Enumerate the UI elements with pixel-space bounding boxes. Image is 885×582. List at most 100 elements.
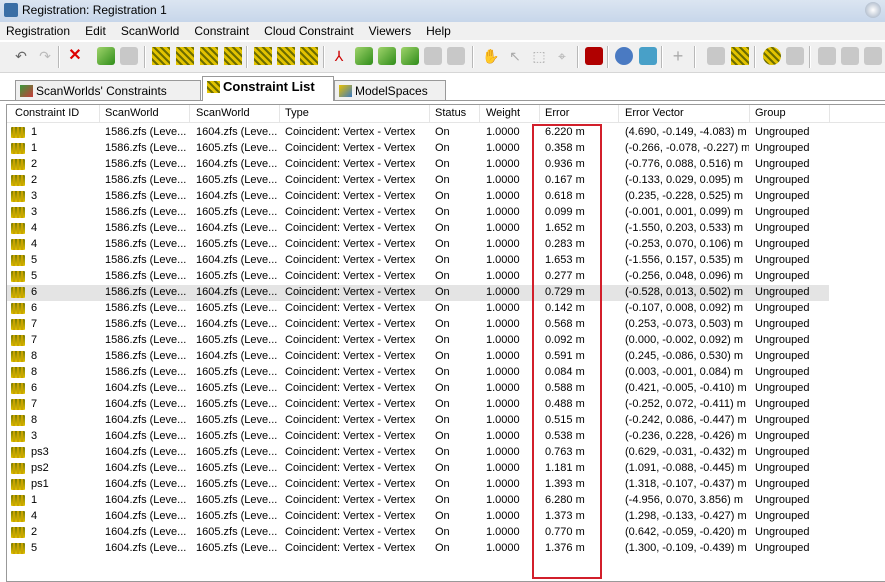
system-orb-icon[interactable] — [865, 2, 881, 18]
hand-icon[interactable]: ✋ — [482, 47, 500, 65]
header-scanworld-2[interactable]: ScanWorld — [196, 107, 250, 119]
table-row[interactable]: 6 1586.zfs (Leve... 1604.zfs (Leve... Coinc… — [7, 285, 829, 301]
cloud-icon[interactable] — [639, 47, 657, 65]
tab-scanworlds-constraints[interactable]: ScanWorlds' Constraints — [15, 80, 201, 100]
header-error-vector[interactable]: Error Vector — [625, 107, 684, 119]
table-row[interactable]: 4 1604.zfs (Leve... 1605.zfs (Leve... Coinc… — [7, 509, 829, 525]
globe-icon[interactable] — [615, 47, 633, 65]
node-icon[interactable] — [763, 47, 781, 65]
constraint-auto-icon[interactable] — [152, 47, 170, 65]
cell-scanworld-1: 1586.zfs (Leve... — [105, 174, 187, 186]
table-row[interactable]: 1 1586.zfs (Leve... 1605.zfs (Leve... Coinc… — [7, 141, 829, 157]
menu-viewers[interactable]: Viewers — [363, 22, 417, 38]
tree3-icon[interactable] — [864, 47, 882, 65]
constraint-delete-icon[interactable] — [224, 47, 242, 65]
table-row[interactable]: 2 1604.zfs (Leve... 1605.zfs (Leve... Coinc… — [7, 525, 829, 541]
table-row[interactable]: 8 1586.zfs (Leve... 1605.zfs (Leve... Coinc… — [7, 365, 829, 381]
check2-icon[interactable] — [401, 47, 419, 65]
header-error[interactable]: Error — [545, 107, 569, 119]
cell-scanworld-1: 1604.zfs (Leve... — [105, 494, 187, 506]
menu-registration[interactable]: Registration — [0, 22, 76, 38]
cell-constraint-id: 3 — [31, 190, 38, 202]
menu-cloud-constraint[interactable]: Cloud Constraint — [258, 22, 359, 38]
table-row[interactable]: 1 1604.zfs (Leve... 1605.zfs (Leve... Coinc… — [7, 493, 829, 509]
table-row[interactable]: 1 1586.zfs (Leve... 1604.zfs (Leve... Coinc… — [7, 125, 829, 141]
menu-edit[interactable]: Edit — [79, 22, 112, 38]
cell-type: Coincident: Vertex - Vertex — [285, 206, 416, 218]
table-row[interactable]: 3 1586.zfs (Leve... 1605.zfs (Leve... Coinc… — [7, 205, 829, 221]
table-row[interactable]: 2 1586.zfs (Leve... 1605.zfs (Leve... Coinc… — [7, 173, 829, 189]
constraint-list[interactable]: Constraint ID ScanWorld ScanWorld Type S… — [6, 104, 885, 582]
cell-group: Ungrouped — [755, 494, 810, 506]
pointer-icon[interactable]: ↖ — [506, 47, 524, 65]
menu-constraint[interactable]: Constraint — [188, 22, 255, 38]
menu-help[interactable]: Help — [420, 22, 457, 38]
node2-icon[interactable] — [786, 47, 804, 65]
cell-error: 1.373 m — [545, 510, 585, 522]
table-row[interactable]: 4 1586.zfs (Leve... 1604.zfs (Leve... Coinc… — [7, 221, 829, 237]
constraint-icon — [11, 367, 25, 378]
constraint-edit-icon[interactable] — [200, 47, 218, 65]
branch2-icon[interactable] — [731, 47, 749, 65]
table-row[interactable]: 8 1604.zfs (Leve... 1605.zfs (Leve... Coinc… — [7, 413, 829, 429]
undo-icon[interactable]: ↶ — [12, 47, 30, 65]
check-icon[interactable] — [378, 47, 396, 65]
table-row[interactable]: 7 1586.zfs (Leve... 1604.zfs (Leve... Coinc… — [7, 317, 829, 333]
cell-error: 0.084 m — [545, 366, 585, 378]
link-icon[interactable] — [254, 47, 272, 65]
disabled-check-icon[interactable] — [424, 47, 442, 65]
tab-modelspaces[interactable]: ModelSpaces — [334, 80, 446, 100]
header-group[interactable]: Group — [755, 107, 786, 119]
delete-icon[interactable]: ✕ — [66, 47, 84, 65]
cell-type: Coincident: Vertex - Vertex — [285, 270, 416, 282]
table-row[interactable]: 7 1604.zfs (Leve... 1605.zfs (Leve... Coinc… — [7, 397, 829, 413]
table-row[interactable]: 8 1586.zfs (Leve... 1604.zfs (Leve... Coinc… — [7, 349, 829, 365]
table-row[interactable]: ps2 1604.zfs (Leve... 1605.zfs (Leve... Coi… — [7, 461, 829, 477]
table-row[interactable]: 5 1586.zfs (Leve... 1605.zfs (Leve... Coinc… — [7, 269, 829, 285]
disabled-check2-icon[interactable] — [447, 47, 465, 65]
table-row[interactable]: 6 1604.zfs (Leve... 1605.zfs (Leve... Coinc… — [7, 381, 829, 397]
cell-error: 1.376 m — [545, 542, 585, 554]
lock-icon[interactable] — [585, 47, 603, 65]
tree2-icon[interactable] — [841, 47, 859, 65]
target-icon[interactable]: ⌖ — [553, 47, 571, 65]
cell-group: Ungrouped — [755, 302, 810, 314]
table-row[interactable]: ps3 1604.zfs (Leve... 1605.zfs (Leve... Coi… — [7, 445, 829, 461]
register-icon[interactable]: ⅄ — [330, 47, 348, 65]
cell-constraint-id: 6 — [31, 302, 38, 314]
header-constraint-id[interactable]: Constraint ID — [15, 107, 79, 119]
chart-icon[interactable] — [300, 47, 318, 65]
select-icon[interactable]: ⬚ — [530, 47, 548, 65]
table-row[interactable]: 6 1586.zfs (Leve... 1605.zfs (Leve... Coinc… — [7, 301, 829, 317]
remove-scanworld-icon[interactable] — [120, 47, 138, 65]
add-constraint-icon[interactable] — [355, 47, 373, 65]
cell-weight: 1.0000 — [486, 462, 520, 474]
cell-constraint-id: 7 — [31, 334, 38, 346]
table-row[interactable]: 2 1586.zfs (Leve... 1604.zfs (Leve... Coinc… — [7, 157, 829, 173]
plus-icon[interactable]: + — [669, 47, 687, 65]
tab-constraint-list[interactable]: Constraint List — [202, 76, 334, 101]
header-scanworld-1[interactable]: ScanWorld — [105, 107, 159, 119]
table-row[interactable]: 7 1586.zfs (Leve... 1605.zfs (Leve... Coinc… — [7, 333, 829, 349]
branch-icon[interactable] — [707, 47, 725, 65]
header-type[interactable]: Type — [285, 107, 309, 119]
redo-icon[interactable]: ↷ — [36, 47, 54, 65]
menu-scanworld[interactable]: ScanWorld — [115, 22, 185, 38]
constraint-icon — [11, 495, 25, 506]
add-scanworld-icon[interactable] — [97, 47, 115, 65]
table-row[interactable]: 5 1604.zfs (Leve... 1605.zfs (Leve... Coinc… — [7, 541, 829, 557]
table-row[interactable]: 3 1586.zfs (Leve... 1604.zfs (Leve... Coinc… — [7, 189, 829, 205]
tree-icon[interactable] — [818, 47, 836, 65]
table-row[interactable]: 4 1586.zfs (Leve... 1605.zfs (Leve... Coinc… — [7, 237, 829, 253]
constraint-vertex-icon[interactable] — [176, 47, 194, 65]
cell-type: Coincident: Vertex - Vertex — [285, 398, 416, 410]
header-weight[interactable]: Weight — [486, 107, 520, 119]
cell-group: Ungrouped — [755, 334, 810, 346]
table-row[interactable]: ps1 1604.zfs (Leve... 1605.zfs (Leve... Coi… — [7, 477, 829, 493]
cell-group: Ungrouped — [755, 382, 810, 394]
cell-type: Coincident: Vertex - Vertex — [285, 334, 416, 346]
table-row[interactable]: 5 1586.zfs (Leve... 1604.zfs (Leve... Coinc… — [7, 253, 829, 269]
unlink-icon[interactable] — [277, 47, 295, 65]
table-row[interactable]: 3 1604.zfs (Leve... 1605.zfs (Leve... Coinc… — [7, 429, 829, 445]
header-status[interactable]: Status — [435, 107, 466, 119]
